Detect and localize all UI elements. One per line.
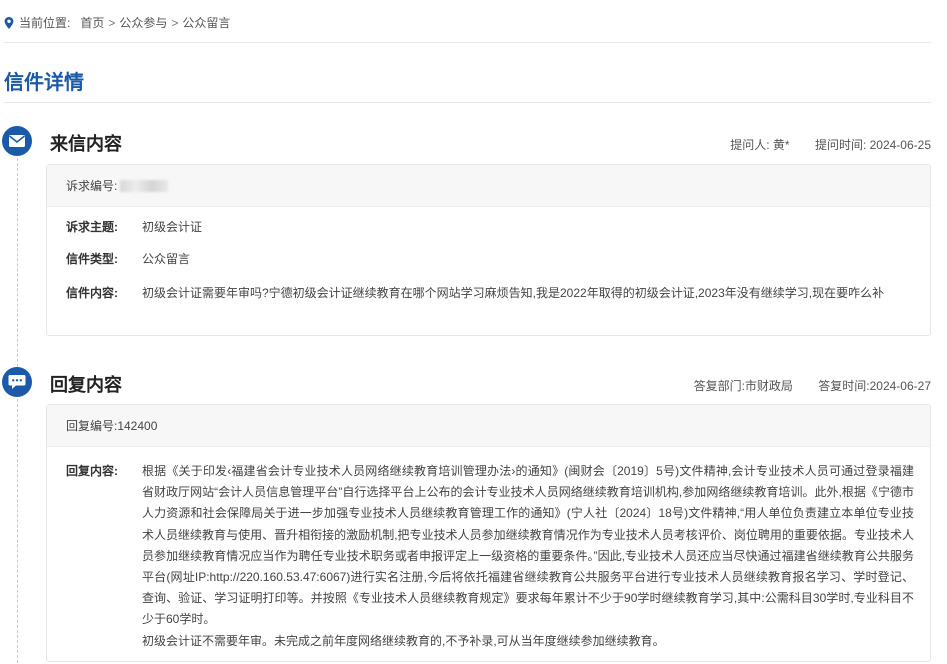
reply-time: 答复时间:2024-06-27 — [818, 379, 931, 393]
appeal-number-row: 诉求编号: — [47, 165, 930, 207]
subject-value: 初级会计证 — [142, 220, 203, 234]
type-label: 信件类型: — [66, 252, 118, 266]
location-pin-icon — [4, 16, 14, 29]
reply-section-title: 回复内容 — [50, 375, 122, 395]
breadcrumb-public-participation-link[interactable]: 公众参与 — [119, 14, 167, 31]
breadcrumb: 当前位置: 首页 > 公众参与 > 公众留言 — [4, 14, 230, 31]
type-row: 信件类型: 公众留言 — [66, 249, 910, 270]
reply-content-value: 根据《关于印发‹福建省会计专业技术人员网络继续教育培训管理办法›的通知》(闽财会… — [142, 461, 914, 652]
reply-paragraph-2: 初级会计证不需要年审。未完成之前年度网络继续教育的,不予补录,可从当年度继续参加… — [142, 633, 665, 648]
asker: 提问人: 黄* — [730, 138, 790, 152]
subject-label: 诉求主题: — [66, 220, 118, 234]
appeal-number-label: 诉求编号: — [66, 179, 118, 193]
breadcrumb-separator: > — [171, 15, 179, 30]
content-label: 信件内容: — [66, 286, 118, 300]
reply-number: 回复编号:142400 — [66, 419, 158, 433]
chat-bubble-icon — [2, 367, 32, 397]
reply-number-row: 回复编号:142400 — [47, 405, 930, 447]
letter-card: 诉求编号: 诉求主题: 初级会计证 信件类型: 公众留言 信件内容: 初级会计证… — [46, 164, 931, 336]
ask-time: 提问时间: 2024-06-25 — [814, 138, 931, 152]
breadcrumb-separator: > — [108, 15, 116, 30]
content-row: 信件内容: 初级会计证需要年审吗?宁德初级会计证继续教育在哪个网站学习麻烦告知,… — [66, 283, 910, 304]
reply-paragraph-1: 根据《关于印发‹福建省会计专业技术人员网络继续教育培训管理办法›的通知》(闽财会… — [142, 464, 914, 627]
content-value: 初级会计证需要年审吗?宁德初级会计证继续教育在哪个网站学习麻烦告知,我是2022… — [142, 286, 885, 300]
timeline-line — [17, 158, 18, 664]
breadcrumb-public-message-link[interactable]: 公众留言 — [182, 14, 230, 31]
breadcrumb-divider — [4, 42, 931, 43]
reply-content-row: 回复内容: 根据《关于印发‹福建省会计专业技术人员网络继续教育培训管理办法›的通… — [66, 461, 914, 652]
reply-card: 回复编号:142400 回复内容: 根据《关于印发‹福建省会计专业技术人员网络继… — [46, 404, 931, 662]
envelope-icon — [2, 126, 32, 156]
reply-content-label: 回复内容: — [66, 464, 118, 478]
subject-row: 诉求主题: 初级会计证 — [66, 217, 910, 238]
type-value: 公众留言 — [142, 252, 191, 266]
letter-meta: 提问人: 黄* 提问时间: 2024-06-25 — [708, 136, 931, 153]
reply-meta: 答复部门:市财政局 答复时间:2024-06-27 — [672, 377, 931, 394]
masked-appeal-number — [120, 179, 169, 192]
page-title: 信件详情 — [4, 72, 84, 94]
breadcrumb-label: 当前位置: — [19, 16, 71, 30]
letter-section-title: 来信内容 — [50, 134, 122, 154]
breadcrumb-home-link[interactable]: 首页 — [80, 14, 104, 31]
title-divider — [4, 102, 931, 103]
reply-department: 答复部门:市财政局 — [693, 379, 793, 393]
